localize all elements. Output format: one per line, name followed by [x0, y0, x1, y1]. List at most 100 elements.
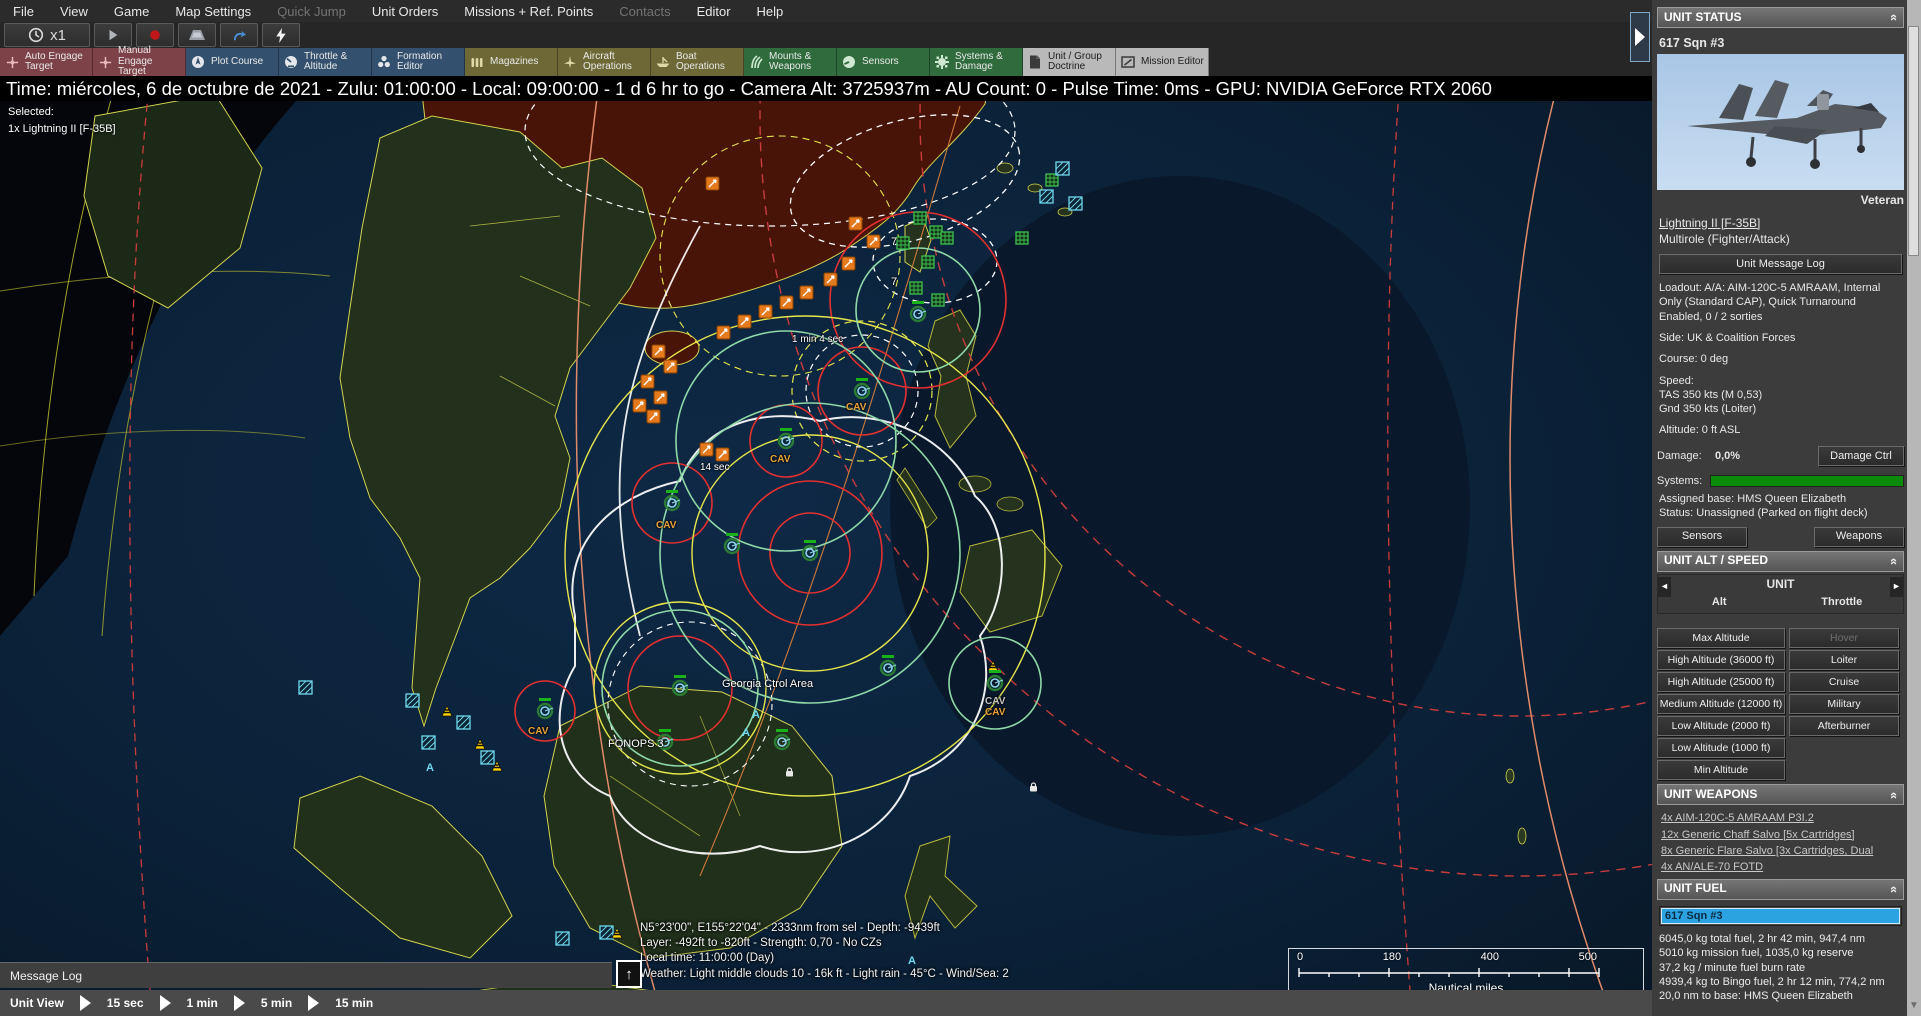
- military-button[interactable]: Military: [1789, 694, 1899, 714]
- play-step-icon[interactable]: [234, 995, 245, 1011]
- systems-health-bar: [1710, 475, 1904, 487]
- boat-icon: [654, 53, 672, 71]
- unit-type-link[interactable]: Lightning II [F-35B]: [1659, 216, 1902, 232]
- mounts-icon: [747, 53, 765, 71]
- menu-file[interactable]: File: [0, 2, 47, 21]
- speed-label: Speed:: [1659, 374, 1902, 388]
- svg-text:A: A: [752, 709, 760, 721]
- unit-status-panel-header[interactable]: UNIT STATUS «: [1657, 7, 1904, 28]
- scope-next-button[interactable]: ►: [1890, 577, 1903, 597]
- sidebar-scrollbar[interactable]: ▼: [1907, 0, 1921, 1016]
- unit-message-log-button[interactable]: Unit Message Log: [1659, 254, 1902, 274]
- ribbon-auto-engage-target-button[interactable]: Auto Engage Target: [0, 48, 93, 76]
- step-5min[interactable]: 5 min: [251, 996, 302, 1010]
- loadout-text: Loadout: A/A: AIM-120C-5 AMRAAM, Interna…: [1659, 281, 1902, 324]
- menu-unit-orders[interactable]: Unit Orders: [359, 2, 451, 21]
- scroll-down-arrow-icon[interactable]: ▼: [1909, 999, 1919, 1012]
- low-altitude-2000-button[interactable]: Low Altitude (2000 ft): [1657, 716, 1785, 736]
- step-15sec[interactable]: 15 sec: [97, 996, 154, 1010]
- area-label-georgia: Georgia Ctrol Area: [722, 678, 813, 690]
- menu-map-settings[interactable]: Map Settings: [162, 2, 264, 21]
- ribbon-manual-engage-target-button[interactable]: Manual Engage Target: [93, 48, 186, 76]
- collapse-chevron-icon[interactable]: «: [1885, 14, 1902, 21]
- deep-trench: [890, 176, 1470, 836]
- unit-view-label[interactable]: Unit View: [0, 996, 74, 1010]
- unit-weapons-panel-header[interactable]: UNIT WEAPONS «: [1657, 784, 1904, 805]
- pulse-button[interactable]: [262, 23, 300, 47]
- ribbon-magazines-button[interactable]: Magazines: [465, 48, 558, 76]
- camera-view-button[interactable]: [178, 23, 216, 47]
- step-15min[interactable]: 15 min: [325, 996, 383, 1010]
- weapons-list: 4x AIM-120C-5 AMRAAM P3I.2 12x Generic C…: [1661, 811, 1902, 874]
- menu-editor[interactable]: Editor: [684, 2, 744, 21]
- alt-speed-panel-header[interactable]: UNIT ALT / SPEED «: [1657, 551, 1904, 572]
- play-step-icon[interactable]: [308, 995, 319, 1011]
- run-button[interactable]: [94, 23, 132, 47]
- selected-unit-overlay: Selected: 1x Lightning II [F-35B]: [8, 104, 116, 137]
- altitude-text: Altitude: 0 ft ASL: [1659, 423, 1902, 437]
- ribbon-mission-editor-button[interactable]: Mission Editor: [1116, 48, 1209, 76]
- speed-gnd: Gnd 350 kts (Loiter): [1659, 402, 1902, 416]
- time-compression-button[interactable]: x1: [4, 23, 90, 47]
- alt-speed-scope-header: ◄ ► UNIT Alt Throttle: [1657, 574, 1904, 615]
- throttle-column-header: Throttle: [1781, 595, 1904, 609]
- scrollbar-thumb[interactable]: [1908, 26, 1919, 256]
- ribbon-systems-damage-button[interactable]: Systems & Damage: [930, 48, 1023, 76]
- expand-message-log-button[interactable]: ↑: [616, 960, 642, 988]
- sidebar-collapse-button[interactable]: [1630, 12, 1650, 62]
- fuel-base-distance: 20,0 nm to base: HMS Queen Elizabeth: [1659, 989, 1902, 1003]
- scale-tick: 0: [1297, 951, 1303, 963]
- aircraft-icon: [561, 53, 579, 71]
- high-altitude-36000-button[interactable]: High Altitude (36000 ft): [1657, 650, 1785, 670]
- afterburner-button[interactable]: Afterburner: [1789, 716, 1899, 736]
- sensors-button[interactable]: Sensors: [1657, 527, 1747, 547]
- fuel-selected-unit[interactable]: 617 Sqn #3: [1661, 908, 1900, 924]
- loiter-button[interactable]: Loiter: [1789, 650, 1899, 670]
- clock-icon: [28, 27, 44, 43]
- time-compression-value: x1: [50, 27, 66, 44]
- group-label-cav: CAV: [656, 520, 676, 531]
- unit-fuel-panel-header[interactable]: UNIT FUEL «: [1657, 879, 1904, 900]
- scope-prev-button[interactable]: ◄: [1658, 577, 1671, 597]
- collapse-chevron-icon[interactable]: «: [1885, 886, 1902, 893]
- menu-view[interactable]: View: [47, 2, 101, 21]
- play-step-icon[interactable]: [80, 995, 91, 1011]
- weapon-link[interactable]: 4x AN/ALE-70 FOTD: [1661, 860, 1902, 874]
- menu-quick-jump: Quick Jump: [264, 2, 359, 21]
- group-label-cav: CAV: [770, 454, 790, 465]
- weapon-link[interactable]: 8x Generic Flare Salvo [3x Cartridges, D…: [1661, 844, 1902, 858]
- ribbon-formation-editor-button[interactable]: Formation Editor: [372, 48, 465, 76]
- ribbon-unit-group-doctrine-button[interactable]: Unit / Group Doctrine: [1023, 48, 1116, 76]
- ribbon-boat-operations-button[interactable]: Boat Operations: [651, 48, 744, 76]
- weapons-button[interactable]: Weapons: [1814, 527, 1904, 547]
- menu-help[interactable]: Help: [744, 2, 797, 21]
- low-altitude-1000-button[interactable]: Low Altitude (1000 ft): [1657, 738, 1785, 758]
- medium-altitude-button[interactable]: Medium Altitude (12000 ft): [1657, 694, 1785, 714]
- record-button[interactable]: [136, 23, 174, 47]
- ribbon-mounts-weapons-button[interactable]: Mounts & Weapons: [744, 48, 837, 76]
- ribbon-aircraft-operations-button[interactable]: Aircraft Operations: [558, 48, 651, 76]
- cruise-button[interactable]: Cruise: [1789, 672, 1899, 692]
- play-step-icon[interactable]: [160, 995, 171, 1011]
- step-1min[interactable]: 1 min: [177, 996, 228, 1010]
- collapse-chevron-icon[interactable]: «: [1885, 791, 1902, 798]
- high-altitude-25000-button[interactable]: High Altitude (25000 ft): [1657, 672, 1785, 692]
- weapon-link[interactable]: 12x Generic Chaff Salvo [5x Cartridges]: [1661, 828, 1902, 842]
- ribbon-plot-course-button[interactable]: Plot Course: [186, 48, 279, 76]
- pointer-jump-button[interactable]: [220, 23, 258, 47]
- menu-missions-ref-points[interactable]: Missions + Ref. Points: [451, 2, 606, 21]
- side-text: Side: UK & Coalition Forces: [1659, 331, 1902, 345]
- ribbon-throttle-altitude-button[interactable]: Throttle & Altitude: [279, 48, 372, 76]
- menu-game[interactable]: Game: [101, 2, 162, 21]
- play-icon: [106, 28, 120, 42]
- fuel-unit-listbox[interactable]: 617 Sqn #3: [1659, 906, 1902, 926]
- collapse-chevron-icon[interactable]: «: [1885, 557, 1902, 564]
- message-log-bar[interactable]: Message Log: [0, 962, 612, 988]
- weapon-link[interactable]: 4x AIM-120C-5 AMRAAM P3I.2: [1661, 811, 1902, 825]
- tactical-map[interactable]: AAAA CAV CAV CAV CAV CAV CAV FONOPS 3 Ge…: [0, 76, 1652, 1016]
- max-altitude-button[interactable]: Max Altitude: [1657, 628, 1785, 648]
- ribbon-sensors-button[interactable]: Sensors: [837, 48, 930, 76]
- scale-tick: 500: [1579, 951, 1597, 963]
- damage-ctrl-button[interactable]: Damage Ctrl: [1818, 446, 1904, 466]
- min-altitude-button[interactable]: Min Altitude: [1657, 760, 1785, 780]
